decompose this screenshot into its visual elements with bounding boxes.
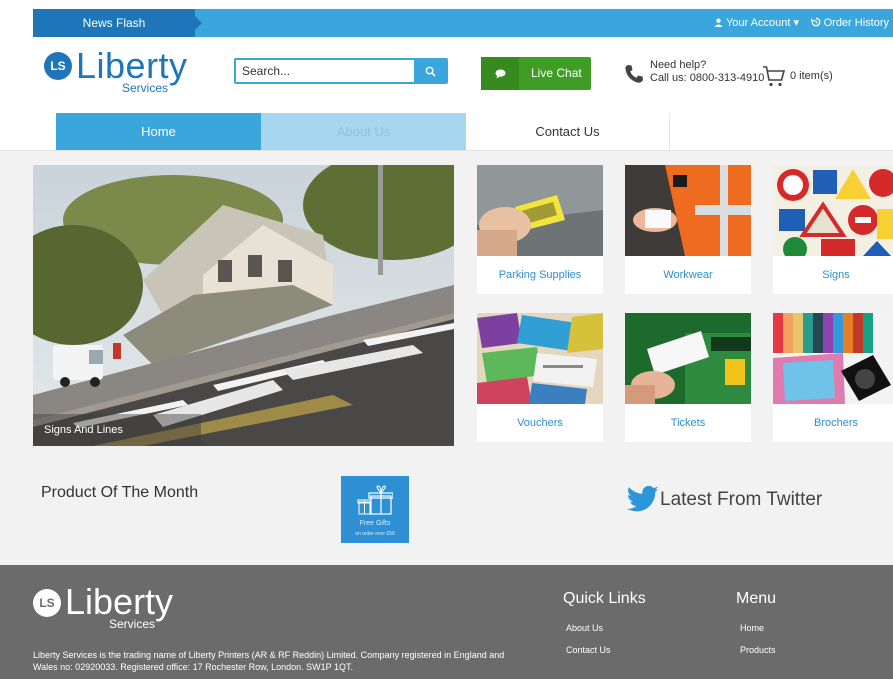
chevron-down-icon: ▾	[793, 17, 799, 29]
order-history-label: Order History	[823, 17, 889, 29]
news-flash-label[interactable]: News Flash	[33, 9, 202, 37]
user-icon	[714, 18, 723, 27]
gift-icon	[357, 485, 393, 515]
search-input[interactable]	[236, 60, 416, 82]
category-label: Parking Supplies	[498, 269, 582, 281]
category-label: Brochers	[813, 417, 859, 429]
order-history-link[interactable]: Order History	[810, 9, 889, 37]
twitter-bird-icon[interactable]	[626, 485, 660, 515]
footer-link-about-us[interactable]: About Us	[566, 623, 603, 633]
brochers-image	[773, 313, 893, 404]
category-signs[interactable]: Signs	[773, 165, 893, 294]
category-label: Signs	[822, 269, 850, 281]
live-chat-label: Live Chat	[531, 66, 582, 80]
cart-icon	[763, 66, 786, 87]
logo-mark: LS	[44, 52, 72, 80]
category-tickets[interactable]: Tickets	[625, 313, 751, 442]
tab-contact-us[interactable]: Contact Us	[466, 113, 670, 150]
footer: LS Liberty Services Liberty Services is …	[0, 565, 893, 679]
hero-banner[interactable]: Signs And Lines	[33, 165, 454, 446]
category-brochers[interactable]: Brochers	[773, 313, 893, 442]
product-of-month-title: Product Of The Month	[41, 484, 199, 501]
parking-supplies-image	[477, 165, 603, 256]
tickets-image	[625, 313, 751, 404]
site-logo[interactable]: LS Liberty Services	[44, 45, 194, 101]
footer-link-products[interactable]: Products	[740, 645, 776, 655]
cart-count: 0 item(s)	[790, 70, 833, 82]
tab-home[interactable]: Home	[56, 113, 261, 150]
category-vouchers[interactable]: Vouchers	[477, 313, 603, 442]
chat-bubble-icon	[481, 57, 519, 90]
your-account-menu[interactable]: Your Account ▾	[714, 9, 799, 37]
hero-caption: Signs And Lines	[33, 414, 201, 446]
phone-icon	[625, 65, 643, 83]
need-help-text: Need help?	[650, 59, 707, 71]
twitter-title: Latest From Twitter	[660, 489, 823, 510]
logo-sub: Services	[122, 81, 169, 95]
menu-title: Menu	[736, 590, 777, 607]
category-label: Tickets	[670, 417, 706, 429]
your-account-label: Your Account	[725, 17, 791, 29]
cart-link[interactable]: 0 item(s)	[762, 64, 833, 93]
free-gifts-text: Free Gifts	[359, 520, 391, 527]
free-gifts-subtext: on order over £50	[355, 531, 395, 537]
live-chat-button[interactable]: Live Chat	[481, 57, 591, 90]
quick-links-title: Quick Links	[563, 590, 646, 607]
phone-number[interactable]: Call us: 0800-313-4910	[650, 72, 764, 84]
search-button[interactable]	[414, 60, 446, 82]
category-parking-supplies[interactable]: Parking Supplies	[477, 165, 603, 294]
footer-logo[interactable]: LS Liberty Services	[33, 581, 193, 635]
hero-image	[33, 165, 454, 446]
category-label: Workwear	[663, 269, 713, 281]
top-bar: News Flash Your Account ▾ Order History	[33, 9, 893, 37]
help-contact: Need help? Call us: 0800-313-4910	[624, 59, 764, 89]
search-box	[234, 58, 448, 84]
search-icon	[425, 66, 436, 77]
main-nav: Home About Us Contact Us	[56, 113, 670, 150]
footer-link-contact-us[interactable]: Contact Us	[566, 645, 611, 655]
tab-about-us[interactable]: About Us	[261, 113, 466, 150]
vouchers-image	[477, 313, 603, 404]
footer-logo-mark: LS	[33, 589, 61, 617]
footer-logo-sub: Services	[109, 617, 156, 631]
history-icon	[810, 17, 820, 27]
category-label: Vouchers	[517, 417, 563, 429]
category-workwear[interactable]: Workwear	[625, 165, 751, 294]
footer-link-home[interactable]: Home	[740, 623, 764, 633]
footer-description: Liberty Services is the trading name of …	[33, 650, 505, 672]
free-gifts-banner[interactable]: Free Gifts on order over £50	[341, 476, 409, 543]
signs-image	[773, 165, 893, 256]
workwear-image	[625, 165, 751, 256]
